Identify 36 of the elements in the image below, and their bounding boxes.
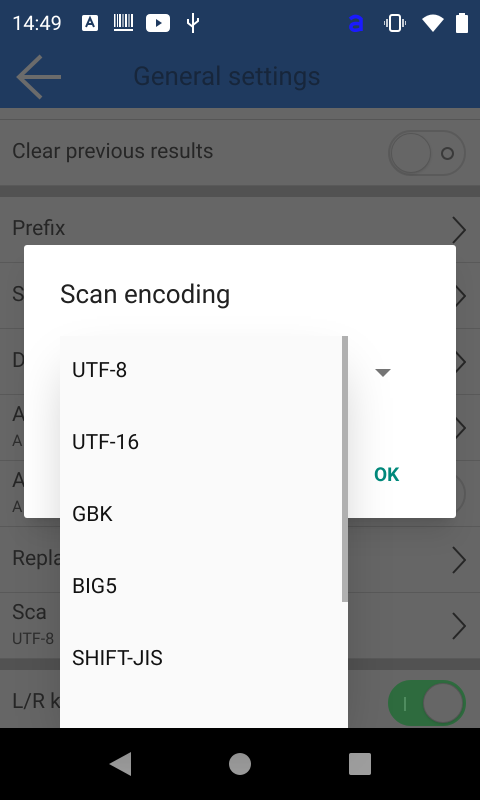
ok-button[interactable]: OK [366, 457, 408, 494]
battery-icon [456, 13, 468, 33]
play-icon [146, 14, 170, 32]
back-arrow-icon[interactable] [15, 54, 63, 100]
app-icon [348, 14, 364, 32]
chevron-right-icon [452, 546, 466, 574]
setting-label: A [12, 402, 26, 429]
encoding-option[interactable]: UTF-16 [60, 408, 342, 480]
dropdown-arrow-icon [375, 369, 391, 377]
encoding-option[interactable]: BIG5 [60, 552, 342, 624]
setting-label: A [12, 468, 26, 495]
barcode-icon [114, 14, 134, 32]
setting-subtitle: A [12, 430, 24, 452]
back-icon[interactable] [109, 752, 131, 776]
setting-label: S [12, 282, 24, 309]
setting-label: Prefix [12, 216, 66, 243]
setting-label: Sca [12, 600, 48, 627]
encoding-option[interactable]: GBK [60, 480, 342, 552]
setting-label: Clear previous results [12, 139, 214, 166]
setting-subtitle: UTF-8 [12, 628, 54, 650]
toggle-switch[interactable] [388, 680, 466, 726]
status-time: 14:49 [12, 10, 62, 37]
usb-icon [186, 13, 200, 33]
setting-subtitle: A [12, 496, 24, 518]
encoding-option[interactable]: UTF-8 [60, 336, 342, 408]
wifi-icon [422, 14, 444, 32]
home-icon[interactable] [229, 753, 251, 775]
dialog-title: Scan encoding [60, 279, 231, 312]
encoding-option[interactable]: SHIFT-JIS [60, 624, 342, 696]
chevron-right-icon [452, 216, 466, 244]
chevron-right-icon [452, 612, 466, 640]
toggle-switch[interactable] [388, 130, 466, 176]
setting-label: D [12, 348, 26, 375]
text-box-icon [82, 15, 98, 31]
setting-label: L/R k [12, 689, 61, 716]
vibrate-icon [384, 14, 406, 32]
